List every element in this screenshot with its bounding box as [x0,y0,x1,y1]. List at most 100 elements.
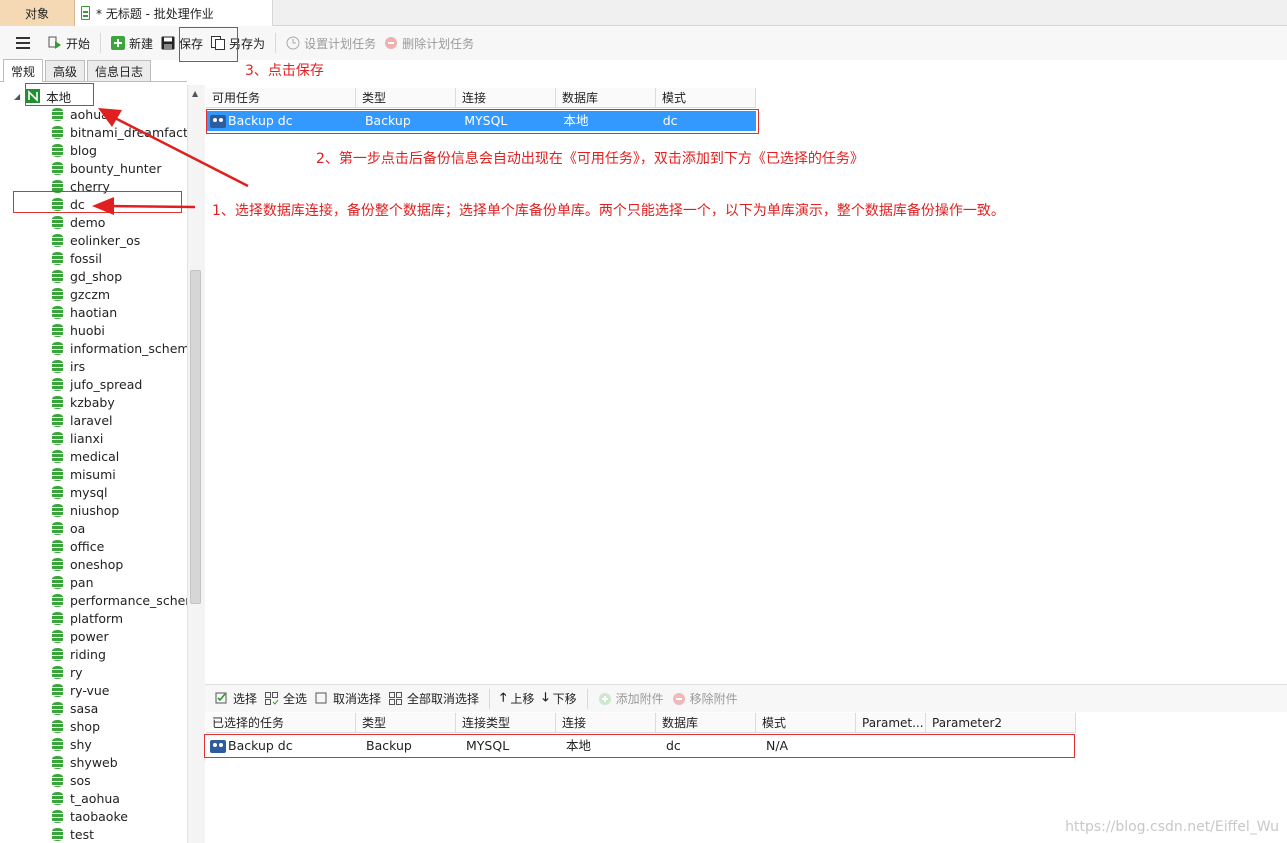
tree-item-label: medical [70,448,120,464]
highlight-available-row [206,109,759,134]
tree-item-database[interactable]: riding [0,645,187,663]
select-button[interactable]: 选择 [211,686,261,712]
set-schedule-button[interactable]: 设置计划任务 [282,30,380,56]
tree-item-database[interactable]: platform [0,609,187,627]
column-header[interactable]: 类型 [356,713,456,733]
database-icon [52,557,63,571]
tree-item-label: bounty_hunter [70,160,162,176]
tree-item-database[interactable]: bounty_hunter [0,159,187,177]
tab-batch-job[interactable]: * 无标题 - 批处理作业 [75,0,273,26]
tree-item-database[interactable]: eolinker_os [0,231,187,249]
highlight-save [179,27,238,62]
delete-schedule-button[interactable]: 删除计划任务 [380,30,478,56]
tree-item-database[interactable]: ry-vue [0,681,187,699]
column-header[interactable]: 连接 [456,88,556,108]
column-header[interactable]: 模式 [656,88,756,108]
menu-icon[interactable] [16,37,30,49]
tree-item-database[interactable]: mysql [0,483,187,501]
tab-advanced[interactable]: 高级 [45,60,86,81]
tree-item-database[interactable]: lianxi [0,429,187,447]
tree-item-database[interactable]: information_schema [0,339,187,357]
tree-item-database[interactable]: oa [0,519,187,537]
tree-item-database[interactable]: haotian [0,303,187,321]
tree-item-database[interactable]: sos [0,771,187,789]
tree-item-label: irs [70,358,86,374]
database-icon [52,683,63,697]
move-up-button[interactable]: 🡑 上移 [496,686,538,712]
tree-item-database[interactable]: performance_schem [0,591,187,609]
tree-item-database[interactable]: irs [0,357,187,375]
tree-item-database[interactable]: niushop [0,501,187,519]
tree-item-database[interactable]: taobaoke [0,807,187,825]
add-attachment-button[interactable]: 添加附件 [594,686,668,712]
delete-schedule-icon [384,36,398,50]
tree-item-database[interactable]: blog [0,141,187,159]
start-button[interactable]: 开始 [44,30,94,56]
tree-item-database[interactable]: shy [0,735,187,753]
arrow-down-icon: 🡓 [542,690,549,704]
tree-item-database[interactable]: office [0,537,187,555]
tab-batch-job-label: * 无标题 - 批处理作业 [96,6,214,21]
move-up-label: 上移 [510,692,535,706]
watermark: https://blog.csdn.net/Eiffel_Wu [1065,819,1279,835]
database-icon [52,323,63,337]
move-down-button[interactable]: 🡓 下移 [538,686,580,712]
scroll-up-icon[interactable]: ▲ [192,89,198,98]
tree-item-database[interactable]: aohua [0,105,187,123]
tree-item-database[interactable]: test [0,825,187,843]
tree-item-database[interactable]: jufo_spread [0,375,187,393]
tab-general[interactable]: 常规 [3,59,44,82]
new-button[interactable]: 新建 [107,30,157,56]
column-header[interactable]: 模式 [756,713,856,733]
tree-item-database[interactable]: power [0,627,187,645]
deselect-all-button[interactable]: 全部取消选择 [385,686,483,712]
column-header[interactable]: Paramet... [856,713,926,733]
tree-item-label: misumi [70,466,116,482]
column-header[interactable]: 类型 [356,88,456,108]
tree-item-label: taobaoke [70,808,128,824]
tree-item-database[interactable]: huobi [0,321,187,339]
tree-item-database[interactable]: pan [0,573,187,591]
tree-item-database[interactable]: ry [0,663,187,681]
column-header[interactable]: 已选择的任务 [206,713,356,733]
tree-item-database[interactable]: shyweb [0,753,187,771]
column-header[interactable]: 连接类型 [456,713,556,733]
tree-item-database[interactable]: kzbaby [0,393,187,411]
batch-job-icon [81,6,90,20]
deselect-all-label: 全部取消选择 [407,692,480,706]
tree-item-database[interactable]: t_aohua [0,789,187,807]
tree-item-database[interactable]: fossil [0,249,187,267]
column-header[interactable]: Parameter2 [926,713,1076,733]
column-header[interactable]: 数据库 [556,88,656,108]
tree-item-database[interactable]: shop [0,717,187,735]
tree-scrollbar-thumb[interactable] [190,270,201,604]
remove-attachment-button[interactable]: 移除附件 [668,686,742,712]
tree-item-database[interactable]: oneshop [0,555,187,573]
annotation-step1: 1、选择数据库连接，备份整个数据库；选择单个库备份单库。两个只能选择一个，以下为… [212,203,1005,219]
tree-item-database[interactable]: bitnami_dreamfacto [0,123,187,141]
tree-item-database[interactable]: gzczm [0,285,187,303]
database-icon [52,305,63,319]
database-icon [52,665,63,679]
delete-schedule-label: 删除计划任务 [402,36,475,51]
toolbar-divider [100,33,102,53]
tree-item-database[interactable]: demo [0,213,187,231]
column-header[interactable]: 数据库 [656,713,756,733]
tab-message-log[interactable]: 信息日志 [87,60,152,81]
deselect-all-icon [389,691,403,706]
tree-item-database[interactable]: misumi [0,465,187,483]
column-header[interactable]: 连接 [556,713,656,733]
collapse-triangle-icon[interactable]: ◢ [14,92,20,101]
select-all-button[interactable]: 全选 [261,686,311,712]
tree-item-database[interactable]: medical [0,447,187,465]
column-header[interactable]: 可用任务 [206,88,356,108]
tree-item-database[interactable]: laravel [0,411,187,429]
tree-item-database[interactable]: sasa [0,699,187,717]
tree-item-label: eolinker_os [70,232,141,248]
tree-item-database[interactable]: gd_shop [0,267,187,285]
tree-item-label: t_aohua [70,790,120,806]
tree-item-label: information_schema [70,340,187,356]
deselect-button[interactable]: 取消选择 [311,686,385,712]
select-all-label: 全选 [283,692,308,706]
tab-objects[interactable]: 对象 [0,0,75,26]
